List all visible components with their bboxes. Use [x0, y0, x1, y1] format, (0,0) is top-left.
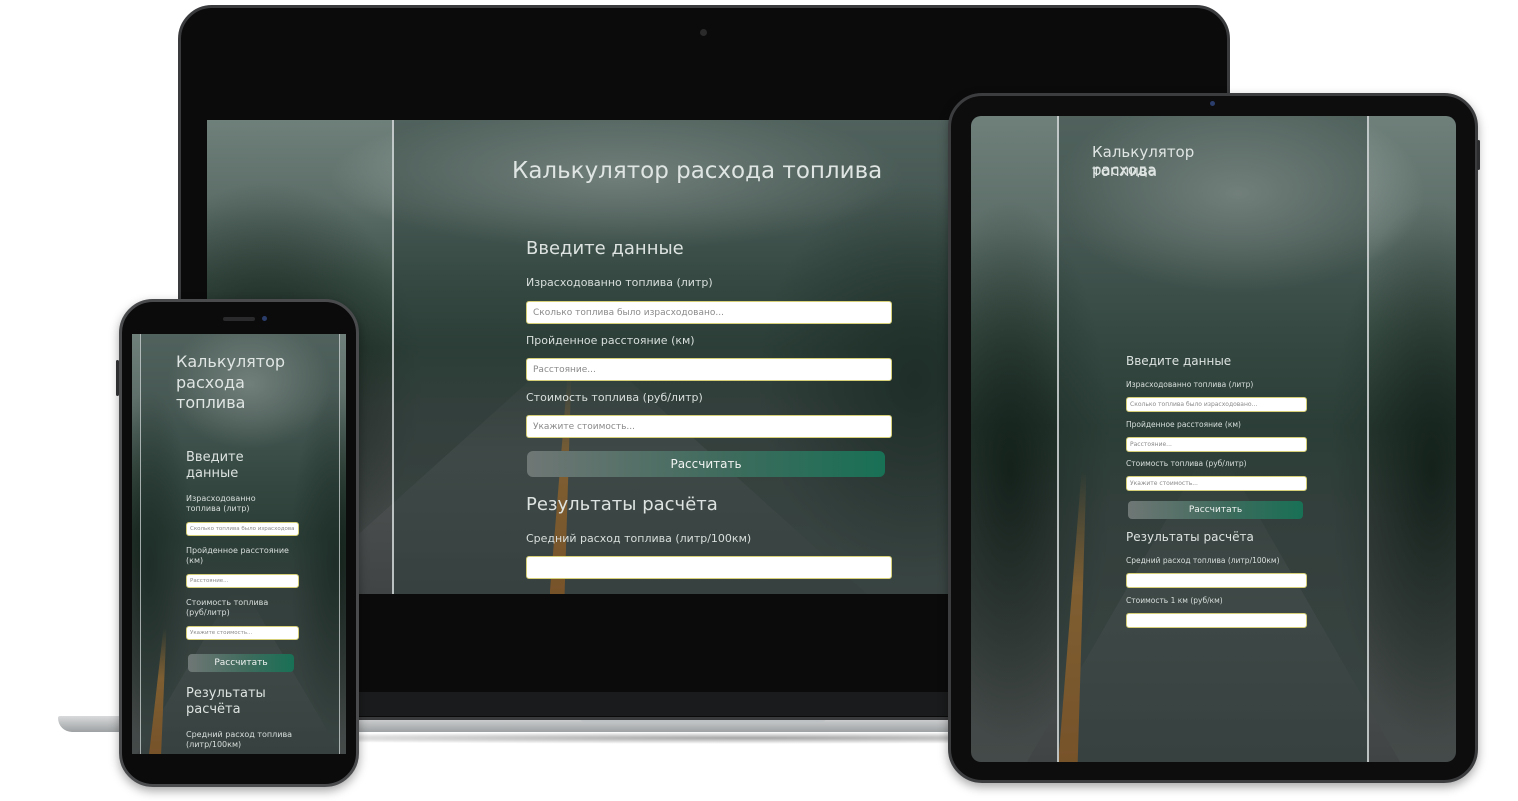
page-title: Калькулятор расхода топлива — [512, 158, 883, 184]
tablet-calculate-button[interactable]: Рассчитать — [1128, 501, 1303, 519]
fuel-label: Израсходованно топлива (литр) — [526, 276, 713, 289]
phone-avg-consumption-label-line2: (литр/100км) — [186, 740, 242, 749]
phone-fuel-label-line1: Израсходованно — [186, 494, 256, 503]
phone-distance-label-line2: (км) — [186, 556, 204, 565]
avg-consumption-output — [526, 556, 892, 579]
phone-camera — [262, 316, 267, 321]
tablet-results-heading: Результаты расчёта — [1126, 530, 1254, 544]
tablet-camera — [1210, 101, 1215, 106]
phone-distance-input[interactable]: Расстояние... — [186, 574, 299, 588]
calculate-button[interactable]: Рассчитать — [527, 451, 885, 477]
phone-price-label-line2: (руб/литр) — [186, 608, 230, 617]
price-label: Стоимость топлива (руб/литр) — [526, 391, 703, 404]
phone-results-heading-line1: Результаты — [186, 686, 266, 701]
phone-price-label-line1: Стоимость топлива — [186, 598, 269, 607]
fuel-input[interactable]: Сколько топлива было израсходовано... — [526, 301, 892, 324]
tablet-km-cost-label: Стоимость 1 км (руб/км) — [1126, 596, 1223, 605]
input-heading: Введите данные — [526, 238, 684, 259]
tablet-fuel-input[interactable]: Сколько топлива было израсходовано... — [1126, 397, 1307, 412]
phone-speaker — [223, 317, 255, 321]
phone-distance-label-line1: Пройденное расстояние — [186, 546, 289, 555]
laptop-camera — [700, 29, 707, 36]
tablet-avg-consumption-output — [1126, 573, 1307, 588]
results-heading: Результаты расчёта — [526, 494, 718, 515]
laptop-content-panel — [392, 120, 954, 594]
phone-side-button — [116, 360, 119, 396]
price-input[interactable]: Укажите стоимость... — [526, 415, 892, 438]
tablet-price-label: Стоимость топлива (руб/литр) — [1126, 459, 1247, 468]
phone-input-heading-line2: данные — [186, 466, 239, 481]
distance-input[interactable]: Расстояние... — [526, 358, 892, 381]
tablet-input-heading: Введите данные — [1126, 354, 1232, 368]
tablet-distance-label: Пройденное расстояние (км) — [1126, 420, 1241, 429]
phone-calculate-button[interactable]: Рассчитать — [188, 654, 294, 672]
avg-consumption-label: Средний расход топлива (литр/100км) — [526, 532, 752, 545]
tablet-distance-input[interactable]: Расстояние... — [1126, 437, 1307, 452]
tablet-page-title-line2: топлива — [1092, 162, 1158, 180]
tablet-side-button — [1477, 140, 1480, 170]
tablet-avg-consumption-label: Средний расход топлива (литр/100км) — [1126, 556, 1280, 565]
phone-fuel-input[interactable]: Сколько топлива было израсходова — [186, 522, 299, 536]
distance-label: Пройденное расстояние (км) — [526, 334, 695, 347]
phone-page-title-line2: расхода — [176, 373, 245, 392]
tablet-price-input[interactable]: Укажите стоимость... — [1126, 476, 1307, 491]
phone-avg-consumption-label-line1: Средний расход топлива — [186, 730, 293, 739]
phone-page-title-line1: Калькулятор — [176, 352, 286, 371]
phone-price-input[interactable]: Укажите стоимость... — [186, 626, 299, 640]
tablet-km-cost-output — [1126, 613, 1307, 628]
tablet-fuel-label: Израсходованно топлива (литр) — [1126, 380, 1254, 389]
phone-results-heading-line2: расчёта — [186, 702, 241, 717]
phone-input-heading-line1: Введите — [186, 450, 244, 465]
phone-fuel-label-line2: топлива (литр) — [186, 504, 250, 513]
phone-page-title-line3: топлива — [176, 393, 246, 412]
